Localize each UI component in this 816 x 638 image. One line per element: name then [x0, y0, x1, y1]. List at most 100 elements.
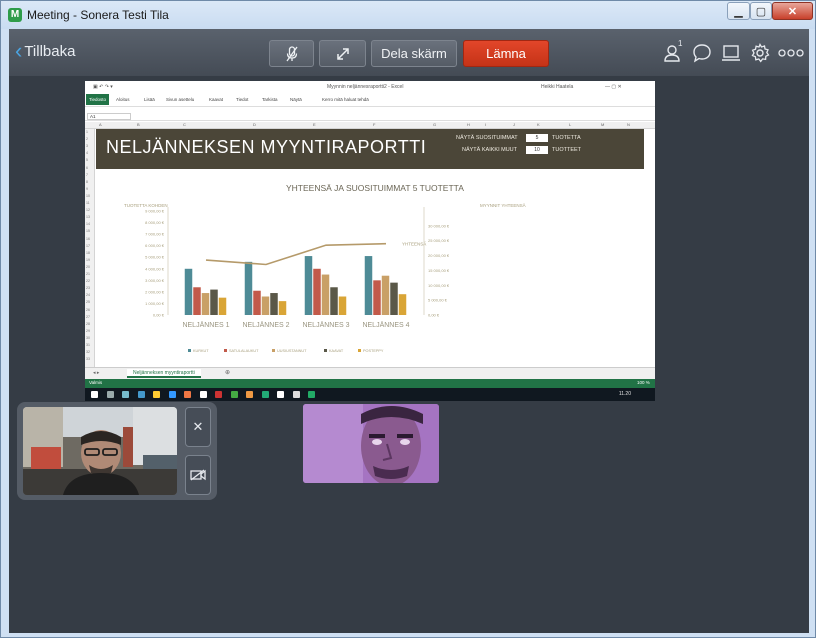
- taskbar-app-icon[interactable]: [277, 391, 284, 398]
- taskbar-app-icon[interactable]: [137, 391, 145, 398]
- total-line: [205, 242, 387, 266]
- row-header[interactable]: 7: [86, 173, 88, 177]
- column-header[interactable]: D: [253, 122, 256, 127]
- taskbar-app-icon[interactable]: [246, 391, 253, 398]
- column-header[interactable]: J: [513, 122, 515, 127]
- row-header[interactable]: 23: [86, 286, 90, 290]
- chart-bar: [364, 256, 373, 315]
- chart-bar: [244, 261, 253, 315]
- chart-bar: [338, 296, 347, 315]
- taskbar-app-icon[interactable]: [215, 391, 222, 398]
- y-tick-label: 8 000,00 €: [145, 220, 165, 225]
- row-header[interactable]: 15: [86, 229, 90, 233]
- taskbar-app-icon[interactable]: [91, 391, 98, 398]
- row-header[interactable]: 14: [86, 222, 90, 226]
- legend-entry: SATULALAUKUT: [229, 349, 259, 353]
- back-button[interactable]: ‹ Tillbaka: [15, 40, 75, 62]
- window-titlebar[interactable]: M Meeting - Sonera Testi Tila ▁ ▢ ✕: [1, 1, 815, 29]
- row-header[interactable]: 21: [86, 272, 90, 276]
- column-header[interactable]: N: [627, 122, 630, 127]
- row-header[interactable]: 3: [86, 144, 88, 148]
- self-video: [23, 407, 177, 495]
- row-header[interactable]: 28: [86, 322, 90, 326]
- row-header[interactable]: 31: [86, 343, 90, 347]
- chart-bar: [278, 301, 287, 315]
- row-header[interactable]: 30: [86, 336, 90, 340]
- chart-bar: [330, 287, 338, 315]
- excel-title: Myynnin neljännesraportti2 - Excel: [327, 84, 404, 90]
- column-header[interactable]: K: [537, 122, 540, 127]
- column-header[interactable]: B: [137, 122, 140, 127]
- taskbar-app-icon[interactable]: [261, 391, 269, 398]
- settings-button[interactable]: [749, 42, 771, 64]
- camera-toggle-button[interactable]: [185, 455, 211, 495]
- row-header[interactable]: 4: [86, 151, 88, 155]
- excel-status-bar: Valmis 100 %: [85, 379, 655, 388]
- row-header[interactable]: 8: [86, 180, 88, 184]
- row-header[interactable]: 22: [86, 279, 90, 283]
- column-header[interactable]: I: [485, 122, 486, 127]
- row-header[interactable]: 18: [86, 251, 90, 255]
- participants-button[interactable]: 1: [663, 39, 685, 64]
- row-header[interactable]: 19: [86, 258, 90, 262]
- camera-off-icon: [190, 469, 206, 481]
- maximize-button[interactable]: ▢: [750, 2, 772, 20]
- row-header[interactable]: 13: [86, 215, 90, 219]
- fullscreen-button[interactable]: [319, 40, 366, 67]
- line-label: YHTEENSÄ: [402, 241, 426, 247]
- column-header[interactable]: H: [467, 122, 470, 127]
- taskbar-app-icon[interactable]: [168, 391, 176, 398]
- taskbar-app-icon[interactable]: [106, 391, 114, 398]
- chat-button[interactable]: [691, 42, 713, 64]
- row-header[interactable]: 5: [86, 158, 88, 162]
- column-header[interactable]: C: [183, 122, 186, 127]
- column-header[interactable]: L: [569, 122, 571, 127]
- screen-view-button[interactable]: [720, 42, 742, 64]
- leave-button[interactable]: Lämna: [463, 40, 549, 67]
- row-header[interactable]: 2: [86, 137, 88, 141]
- row-header[interactable]: 12: [86, 208, 90, 212]
- row-header[interactable]: 24: [86, 293, 90, 297]
- chart-bar: [218, 297, 227, 315]
- row-header[interactable]: 20: [86, 265, 90, 269]
- taskbar-app-icon[interactable]: [292, 391, 300, 398]
- excel-qat: ▣ ↶ ↷ ▾: [93, 84, 113, 90]
- row-header[interactable]: 11: [86, 201, 90, 205]
- row-header[interactable]: 10: [86, 194, 90, 198]
- y-tick-label: 5 000,00 €: [145, 255, 165, 260]
- row-header[interactable]: 16: [86, 237, 90, 241]
- shared-screen[interactable]: ▣ ↶ ↷ ▾ Myynnin neljännesraportti2 - Exc…: [85, 81, 655, 401]
- mute-button[interactable]: [269, 40, 314, 67]
- column-header[interactable]: G: [433, 122, 436, 127]
- minimize-button[interactable]: ▁: [727, 2, 750, 20]
- row-header[interactable]: 32: [86, 350, 90, 354]
- row-header[interactable]: 29: [86, 329, 90, 333]
- row-header[interactable]: 9: [86, 187, 88, 191]
- column-header[interactable]: M: [601, 122, 604, 127]
- sheet-nav-icon: ◂ ▸: [93, 370, 100, 376]
- row-header[interactable]: 6: [86, 166, 88, 170]
- excel-sheet-bar: ◂ ▸ Neljänneksen myyntiraportti ⊕: [85, 367, 655, 379]
- remote-participant-video[interactable]: [303, 404, 439, 483]
- row-header[interactable]: 17: [86, 244, 90, 248]
- taskbar-app-icon[interactable]: [153, 391, 160, 398]
- column-header[interactable]: A: [99, 122, 102, 127]
- taskbar-app-icon[interactable]: [230, 391, 238, 398]
- close-selfview-button[interactable]: ✕: [185, 407, 211, 447]
- row-header[interactable]: 25: [86, 300, 90, 304]
- taskbar-app-icon[interactable]: [122, 391, 129, 398]
- remote-video-image: [303, 404, 439, 483]
- row-header[interactable]: 27: [86, 315, 90, 319]
- taskbar-app-icon[interactable]: [184, 391, 191, 398]
- row-header[interactable]: 1: [86, 130, 88, 134]
- more-button[interactable]: [777, 42, 805, 64]
- row-header[interactable]: 26: [86, 308, 90, 312]
- column-header[interactable]: E: [313, 122, 316, 127]
- column-header[interactable]: F: [373, 122, 375, 127]
- taskbar-app-icon[interactable]: [199, 391, 207, 398]
- taskbar-app-icon[interactable]: [308, 391, 315, 398]
- row-header[interactable]: 33: [86, 357, 90, 361]
- meeting-toolbar: ‹ Tillbaka Dela skärm Lämna 1: [9, 29, 809, 76]
- window-close-button[interactable]: ✕: [772, 2, 813, 20]
- share-screen-button[interactable]: Dela skärm: [371, 40, 457, 67]
